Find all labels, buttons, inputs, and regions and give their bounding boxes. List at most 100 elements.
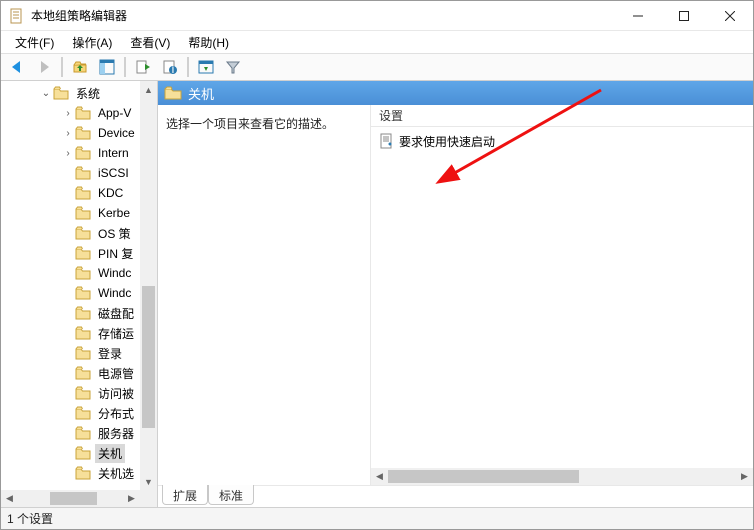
expand-icon[interactable]: › bbox=[61, 108, 75, 119]
tree-pane: ⌄ 系统 › App-V › Device › Intern iSCSI KDC Kerbe OS 策… bbox=[1, 81, 158, 507]
tree-vertical-scrollbar[interactable]: ▲ ▼ bbox=[140, 81, 157, 490]
tree-item[interactable]: 分布式 bbox=[1, 403, 140, 423]
tree-label: Kerbe bbox=[95, 205, 133, 221]
content-title: 关机 bbox=[188, 84, 214, 103]
main-pane: 关机 选择一个项目来查看它的描述。 设置 要求使用快速启动 ◀ ▶ bbox=[158, 81, 753, 507]
folder-icon bbox=[75, 186, 91, 200]
folder-icon bbox=[75, 246, 91, 260]
separator bbox=[124, 57, 126, 77]
tree-item[interactable]: › Device bbox=[1, 123, 140, 143]
properties-button[interactable]: i bbox=[158, 55, 182, 79]
folder-icon bbox=[75, 426, 91, 440]
minimize-button[interactable] bbox=[615, 1, 661, 31]
tree-label: Intern bbox=[95, 145, 132, 161]
show-hide-tree-button[interactable] bbox=[95, 55, 119, 79]
tree-item[interactable]: 关机 bbox=[1, 443, 140, 463]
maximize-button[interactable] bbox=[661, 1, 707, 31]
collapse-icon[interactable]: ⌄ bbox=[39, 88, 53, 99]
tree-item[interactable]: 电源管 bbox=[1, 363, 140, 383]
tree-item[interactable]: 存储运 bbox=[1, 323, 140, 343]
tree-label: 服务器 bbox=[95, 424, 137, 443]
policy-icon bbox=[379, 133, 395, 149]
description-panel: 选择一个项目来查看它的描述。 bbox=[158, 105, 370, 485]
tree-label: 关机选 bbox=[95, 464, 137, 483]
svg-text:i: i bbox=[172, 62, 175, 75]
tree-label: 磁盘配 bbox=[95, 304, 137, 323]
setting-item[interactable]: 要求使用快速启动 bbox=[375, 131, 749, 151]
scroll-right-icon[interactable]: ▶ bbox=[736, 468, 753, 485]
workarea: ⌄ 系统 › App-V › Device › Intern iSCSI KDC Kerbe OS 策… bbox=[1, 81, 753, 507]
export-button[interactable] bbox=[131, 55, 155, 79]
separator bbox=[187, 57, 189, 77]
list-horizontal-scrollbar[interactable]: ◀ ▶ bbox=[371, 468, 753, 485]
tree-item[interactable]: 访问被 bbox=[1, 383, 140, 403]
tree-item[interactable]: 关机选 bbox=[1, 463, 140, 483]
refresh-button[interactable] bbox=[194, 55, 218, 79]
tree-item[interactable]: Windc bbox=[1, 263, 140, 283]
tree-item[interactable]: › Intern bbox=[1, 143, 140, 163]
back-button[interactable] bbox=[5, 55, 29, 79]
content-header: 关机 bbox=[158, 81, 753, 105]
menu-view[interactable]: 查看(V) bbox=[122, 32, 178, 53]
tree-item[interactable]: PIN 复 bbox=[1, 243, 140, 263]
folder-icon bbox=[75, 126, 91, 140]
settings-list: 设置 要求使用快速启动 ◀ ▶ bbox=[370, 105, 753, 485]
menu-action[interactable]: 操作(A) bbox=[64, 32, 120, 53]
statusbar: 1 个设置 bbox=[1, 507, 753, 529]
tree-label: 系统 bbox=[73, 84, 103, 103]
tree-label: App-V bbox=[95, 105, 134, 121]
tree-item[interactable]: Kerbe bbox=[1, 203, 140, 223]
tree-label: 访问被 bbox=[95, 384, 137, 403]
tree-item[interactable]: 磁盘配 bbox=[1, 303, 140, 323]
tree-item[interactable]: › App-V bbox=[1, 103, 140, 123]
forward-button[interactable] bbox=[32, 55, 56, 79]
scroll-left-icon[interactable]: ◀ bbox=[1, 490, 18, 507]
menu-help[interactable]: 帮助(H) bbox=[180, 32, 237, 53]
expand-icon[interactable]: › bbox=[61, 128, 75, 139]
close-button[interactable] bbox=[707, 1, 753, 31]
scroll-down-icon[interactable]: ▼ bbox=[140, 473, 157, 490]
tree-label: KDC bbox=[95, 185, 126, 201]
folder-icon bbox=[75, 226, 91, 240]
folder-icon bbox=[75, 386, 91, 400]
scroll-right-icon[interactable]: ▶ bbox=[123, 490, 140, 507]
tab-standard[interactable]: 标准 bbox=[208, 485, 254, 505]
folder-icon bbox=[75, 306, 91, 320]
tree-label: PIN 复 bbox=[95, 244, 136, 263]
folder-open-icon bbox=[164, 85, 182, 101]
menu-file[interactable]: 文件(F) bbox=[7, 32, 62, 53]
tree-horizontal-scrollbar[interactable]: ◀ ▶ bbox=[1, 490, 140, 507]
scroll-up-icon[interactable]: ▲ bbox=[140, 81, 157, 98]
folder-icon bbox=[75, 166, 91, 180]
tree-label: 存储运 bbox=[95, 324, 137, 343]
tab-extended[interactable]: 扩展 bbox=[162, 485, 208, 505]
folder-icon bbox=[75, 286, 91, 300]
scroll-left-icon[interactable]: ◀ bbox=[371, 468, 388, 485]
status-text: 1 个设置 bbox=[7, 510, 53, 527]
window-title: 本地组策略编辑器 bbox=[31, 7, 615, 24]
folder-icon bbox=[53, 86, 69, 100]
folder-icon bbox=[75, 206, 91, 220]
filter-button[interactable] bbox=[221, 55, 245, 79]
tree-item[interactable]: KDC bbox=[1, 183, 140, 203]
tree-label: Device bbox=[95, 125, 138, 141]
tree-item[interactable]: iSCSI bbox=[1, 163, 140, 183]
tree-item-root[interactable]: ⌄ 系统 bbox=[1, 83, 140, 103]
tree-item[interactable]: Windc bbox=[1, 283, 140, 303]
tree-item[interactable]: 服务器 bbox=[1, 423, 140, 443]
separator bbox=[61, 57, 63, 77]
folder-icon bbox=[75, 466, 91, 480]
folder-icon bbox=[75, 446, 91, 460]
tree-label: 关机 bbox=[95, 444, 125, 463]
expand-icon[interactable]: › bbox=[61, 148, 75, 159]
tree-item[interactable]: OS 策 bbox=[1, 223, 140, 243]
folder-icon bbox=[75, 346, 91, 360]
toolbar: i bbox=[1, 53, 753, 81]
folder-icon bbox=[75, 266, 91, 280]
up-button[interactable] bbox=[68, 55, 92, 79]
column-header-setting[interactable]: 设置 bbox=[371, 105, 753, 127]
tree-label: 登录 bbox=[95, 344, 125, 363]
tree-item[interactable]: 登录 bbox=[1, 343, 140, 363]
tree-label: Windc bbox=[95, 265, 134, 281]
folder-icon bbox=[75, 146, 91, 160]
